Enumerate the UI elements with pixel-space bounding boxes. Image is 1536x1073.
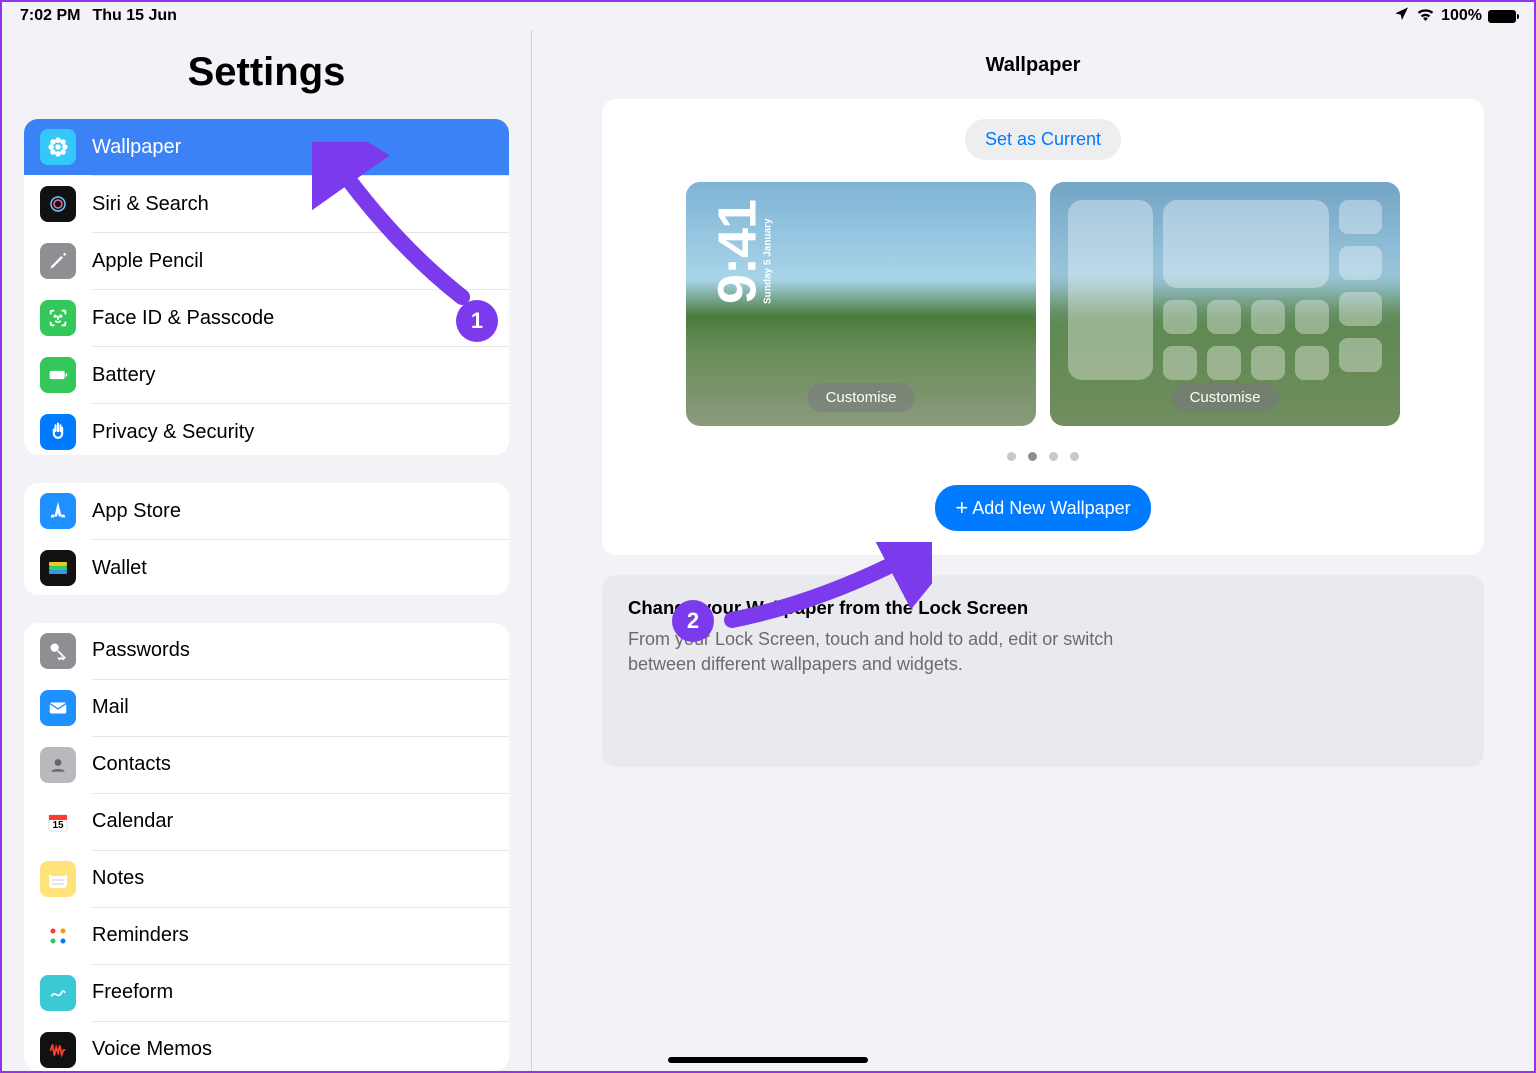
pencil-icon — [40, 243, 76, 279]
customise-home-button[interactable]: Customise — [1172, 383, 1279, 412]
contacts-icon — [40, 747, 76, 783]
page-dot-active[interactable] — [1028, 452, 1037, 461]
sidebar-item-label: Passwords — [92, 639, 190, 662]
battery-icon — [40, 357, 76, 393]
lock-time: 9:41 — [708, 200, 768, 304]
add-new-label: Add New Wallpaper — [972, 498, 1130, 519]
sidebar-item-passwords[interactable]: Passwords — [24, 623, 509, 679]
home-screen-preview[interactable]: Customise — [1050, 182, 1400, 426]
page-dot[interactable] — [1049, 452, 1058, 461]
sidebar-item-label: Face ID & Passcode — [92, 307, 274, 330]
appstore-icon — [40, 493, 76, 529]
sidebar-item-label: Calendar — [92, 810, 173, 833]
status-date: Thu 15 Jun — [92, 7, 176, 25]
sidebar-item-reminders[interactable]: Reminders — [24, 908, 509, 964]
page-title: Settings — [2, 30, 531, 119]
svg-text:15: 15 — [52, 820, 64, 831]
sidebar-item-freeform[interactable]: Freeform — [24, 965, 509, 1021]
sidebar-item-mail[interactable]: Mail — [24, 680, 509, 736]
sidebar-item-privacy-security[interactable]: Privacy & Security — [24, 404, 509, 455]
main-title: Wallpaper — [532, 30, 1534, 99]
status-bar: 7:02 PM Thu 15 Jun 100% — [2, 2, 1534, 30]
location-icon — [1394, 6, 1410, 27]
battery-full-icon — [1488, 10, 1516, 23]
set-as-current-button[interactable]: Set as Current — [965, 119, 1121, 160]
sidebar-item-label: Reminders — [92, 924, 189, 947]
sidebar-item-label: Battery — [92, 364, 155, 387]
page-dot[interactable] — [1007, 452, 1016, 461]
sidebar-item-calendar[interactable]: 15 Calendar — [24, 794, 509, 850]
lock-screen-preview[interactable]: 9:41 Sunday 5 January Customise — [686, 182, 1036, 426]
reminders-icon — [40, 918, 76, 954]
siri-icon — [40, 186, 76, 222]
flower-icon — [40, 129, 76, 165]
sidebar-item-battery[interactable]: Battery — [24, 347, 509, 403]
notes-icon — [40, 861, 76, 897]
annotation-1-badge: 1 — [456, 300, 498, 342]
wallet-icon — [40, 550, 76, 586]
wallpaper-card: Set as Current 9:41 Sunday 5 January Cus… — [602, 99, 1484, 555]
battery-pct: 100% — [1441, 7, 1482, 25]
calendar-icon: 15 — [40, 804, 76, 840]
annotation-2-badge: 2 — [672, 600, 714, 642]
status-time: 7:02 PM — [20, 7, 80, 25]
sidebar-item-voice-memos[interactable]: Voice Memos — [24, 1022, 509, 1072]
sidebar-item-label: Privacy & Security — [92, 421, 254, 444]
mail-icon — [40, 690, 76, 726]
page-dot[interactable] — [1070, 452, 1079, 461]
home-indicator[interactable] — [668, 1057, 868, 1063]
main-panel: Wallpaper Set as Current 9:41 Sunday 5 J… — [532, 30, 1534, 1071]
key-icon — [40, 633, 76, 669]
annotation-2-arrow — [722, 542, 932, 632]
annotation-1-arrow — [312, 142, 482, 312]
sidebar-item-label: Voice Memos — [92, 1038, 212, 1061]
sidebar-item-contacts[interactable]: Contacts — [24, 737, 509, 793]
hand-icon — [40, 414, 76, 450]
sidebar-item-label: Apple Pencil — [92, 250, 203, 273]
freeform-icon — [40, 975, 76, 1011]
sidebar-item-label: Wallet — [92, 557, 147, 580]
voicememos-icon — [40, 1032, 76, 1068]
sidebar-item-label: Contacts — [92, 753, 171, 776]
sidebar-item-wallet[interactable]: Wallet — [24, 540, 509, 594]
sidebar-item-notes[interactable]: Notes — [24, 851, 509, 907]
sidebar-item-label: Notes — [92, 867, 144, 890]
sidebar-item-app-store[interactable]: App Store — [24, 483, 509, 539]
sidebar-group-store: App Store Wallet — [24, 483, 509, 594]
page-indicator — [622, 452, 1464, 461]
sidebar-item-label: Siri & Search — [92, 193, 209, 216]
wifi-icon — [1416, 7, 1435, 26]
faceid-icon — [40, 300, 76, 336]
sidebar-item-label: Wallpaper — [92, 136, 181, 159]
customise-lock-button[interactable]: Customise — [808, 383, 915, 412]
sidebar-item-label: Freeform — [92, 981, 173, 1004]
sidebar-item-label: App Store — [92, 500, 181, 523]
sidebar-group-apps: Passwords Mail Contacts 15 Calendar Notes Remi… — [24, 623, 509, 1072]
add-new-wallpaper-button[interactable]: + Add New Wallpaper — [935, 485, 1150, 531]
plus-icon: + — [955, 495, 968, 521]
sidebar-item-label: Mail — [92, 696, 129, 719]
